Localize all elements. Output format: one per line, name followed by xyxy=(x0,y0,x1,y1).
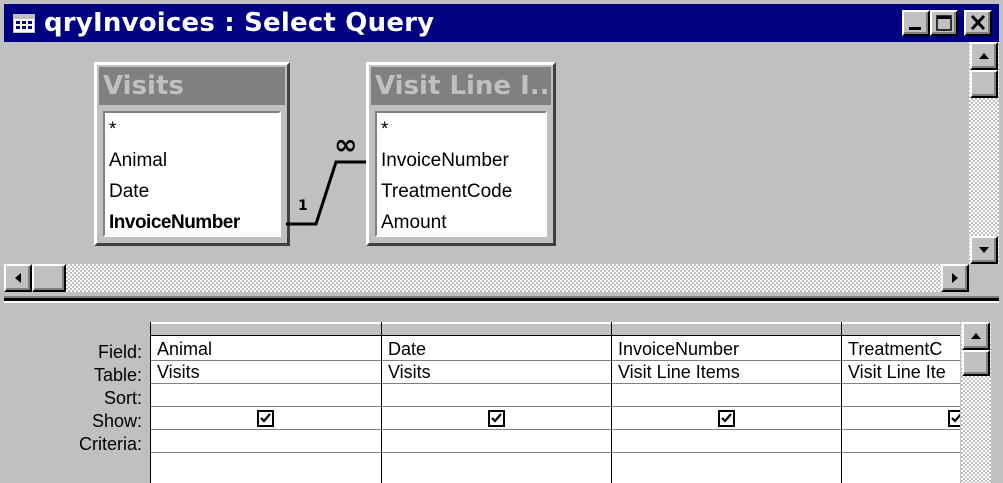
vertical-scroll-thumb[interactable] xyxy=(970,70,998,98)
scroll-left-button[interactable] xyxy=(4,264,32,292)
query-datasheet-icon[interactable] xyxy=(13,14,35,33)
row-label-criteria: Criteria: xyxy=(78,434,142,454)
grid-scroll-up-button[interactable] xyxy=(962,322,990,350)
field-list-title[interactable]: Visit Line I... xyxy=(371,67,551,105)
table-diagram-pane: Visits * Animal Date InvoiceNumber Visit… xyxy=(4,42,999,292)
show-cell[interactable] xyxy=(151,407,381,430)
checkmark-icon xyxy=(951,413,960,423)
field-item[interactable]: Amount xyxy=(381,212,446,234)
relationship-join-line[interactable]: 1 ∞ xyxy=(4,42,384,264)
sort-cell[interactable] xyxy=(151,384,381,407)
design-grid: Animal Visits Date Visits InvoiceNumber … xyxy=(150,308,960,483)
criteria-cell[interactable] xyxy=(151,430,381,453)
grid-row-labels: Field: Table: Sort: Show: Criteria: xyxy=(4,308,150,483)
show-cell[interactable] xyxy=(382,407,611,430)
title-bar[interactable]: qryInvoices : Select Query xyxy=(4,4,999,42)
show-checkbox[interactable] xyxy=(257,410,274,427)
field-item[interactable]: TreatmentCode xyxy=(381,181,512,203)
scroll-up-button[interactable] xyxy=(970,42,998,70)
close-icon xyxy=(970,14,986,31)
field-list-body: * InvoiceNumber TreatmentCode Amount xyxy=(375,111,547,237)
row-label-table: Table: xyxy=(93,365,142,385)
table-cell[interactable]: Visits xyxy=(151,361,381,384)
show-cell[interactable] xyxy=(612,407,841,430)
row-label-sort: Sort: xyxy=(103,388,142,408)
grid-column[interactable]: InvoiceNumber Visit Line Items xyxy=(611,322,841,483)
diagram-area[interactable]: Visits * Animal Date InvoiceNumber Visit… xyxy=(4,42,969,264)
or-cell[interactable] xyxy=(382,453,611,476)
minimize-button[interactable] xyxy=(902,10,930,36)
criteria-cell[interactable] xyxy=(612,430,841,453)
window-title: qryInvoices : Select Query xyxy=(44,8,435,38)
arrow-right-icon xyxy=(952,273,958,283)
checkmark-icon xyxy=(260,413,271,423)
arrow-up-icon xyxy=(971,333,981,339)
sort-cell[interactable] xyxy=(612,384,841,407)
show-checkbox[interactable] xyxy=(948,410,960,427)
or-cell[interactable] xyxy=(151,453,381,476)
minimize-icon xyxy=(909,27,921,30)
table-cell[interactable]: Visits xyxy=(382,361,611,384)
checkmark-icon xyxy=(491,413,502,423)
column-selector[interactable] xyxy=(612,322,841,336)
show-checkbox[interactable] xyxy=(488,410,505,427)
scroll-right-button[interactable] xyxy=(941,264,969,292)
row-label-show: Show: xyxy=(91,411,142,431)
column-selector[interactable] xyxy=(382,322,611,336)
sort-cell[interactable] xyxy=(842,384,960,407)
close-button[interactable] xyxy=(964,10,992,36)
grid-column[interactable]: TreatmentC Visit Line Ite xyxy=(841,322,960,483)
scroll-down-button[interactable] xyxy=(970,236,998,264)
horizontal-scroll-thumb[interactable] xyxy=(32,264,66,292)
scrollbar-corner xyxy=(969,264,999,292)
criteria-cell[interactable] xyxy=(382,430,611,453)
checkmark-icon xyxy=(721,413,732,423)
pane-splitter[interactable] xyxy=(4,292,999,308)
table-cell[interactable]: Visit Line Items xyxy=(612,361,841,384)
table-cell[interactable]: Visit Line Ite xyxy=(842,361,960,384)
field-cell[interactable]: InvoiceNumber xyxy=(612,338,841,361)
field-cell[interactable]: Date xyxy=(382,338,611,361)
one-side-label: 1 xyxy=(298,198,308,214)
criteria-cell[interactable] xyxy=(842,430,960,453)
grid-vertical-scroll-thumb[interactable] xyxy=(962,350,990,376)
maximize-button[interactable] xyxy=(930,10,958,36)
arrow-up-icon xyxy=(979,53,989,59)
field-cell[interactable]: Animal xyxy=(151,338,381,361)
arrow-left-icon xyxy=(15,273,21,283)
maximize-icon xyxy=(936,15,952,31)
show-cell[interactable] xyxy=(842,407,960,430)
field-cell[interactable]: TreatmentC xyxy=(842,338,960,361)
grid-column[interactable]: Animal Visits xyxy=(150,322,381,483)
grid-column[interactable]: Date Visits xyxy=(381,322,611,483)
diagram-horizontal-scrollbar[interactable] xyxy=(4,264,969,292)
arrow-down-icon xyxy=(979,247,989,253)
or-cell[interactable] xyxy=(842,453,960,476)
show-checkbox[interactable] xyxy=(718,410,735,427)
sort-cell[interactable] xyxy=(382,384,611,407)
query-design-window: qryInvoices : Select Query Visits * Anim… xyxy=(0,0,1003,483)
field-item[interactable]: InvoiceNumber xyxy=(381,150,509,172)
column-selector[interactable] xyxy=(151,322,381,336)
design-grid-pane: Field: Table: Sort: Show: Criteria: Anim… xyxy=(4,308,999,483)
row-label-field: Field: xyxy=(97,342,142,362)
visit-line-items-field-list[interactable]: Visit Line I... * InvoiceNumber Treatmen… xyxy=(366,62,556,246)
many-side-label: ∞ xyxy=(334,128,357,161)
or-cell[interactable] xyxy=(612,453,841,476)
column-selector[interactable] xyxy=(842,322,960,336)
